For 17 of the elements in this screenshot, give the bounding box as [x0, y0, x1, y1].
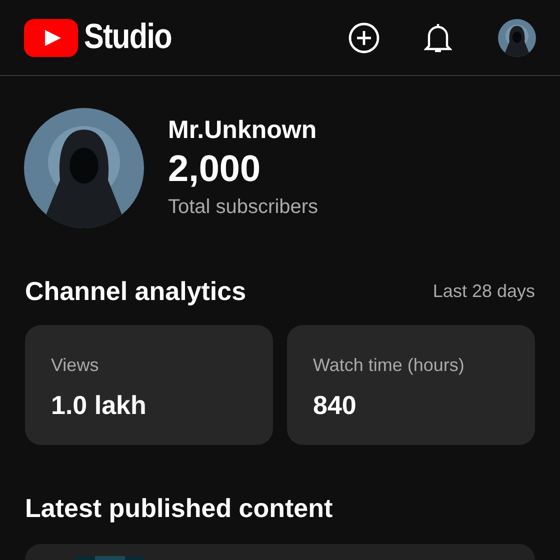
section-title: Latest published content [25, 493, 333, 523]
period-label: Last 28 days [432, 280, 535, 303]
logo-text: Studio [84, 16, 172, 58]
channel-name: Mr.Unknown [168, 115, 318, 145]
add-icon[interactable] [348, 22, 380, 54]
subscriber-count: 2,000 [168, 147, 262, 191]
stat-value: 840 [313, 389, 358, 421]
stat-card[interactable]: Views 1.0 lakh [25, 325, 273, 445]
section-title: Channel analytics [25, 275, 246, 308]
stat-card[interactable]: Watch time (hours) 840 [287, 325, 535, 445]
avatar [498, 18, 536, 56]
play-logo-icon [24, 18, 78, 56]
subscriber-label: Total subscribers [168, 195, 318, 220]
stat-label: Views [51, 354, 100, 377]
stat-value: 1.0 lakh [51, 389, 148, 421]
bell-icon[interactable] [424, 22, 452, 54]
stat-label: Watch time (hours) [313, 354, 466, 377]
